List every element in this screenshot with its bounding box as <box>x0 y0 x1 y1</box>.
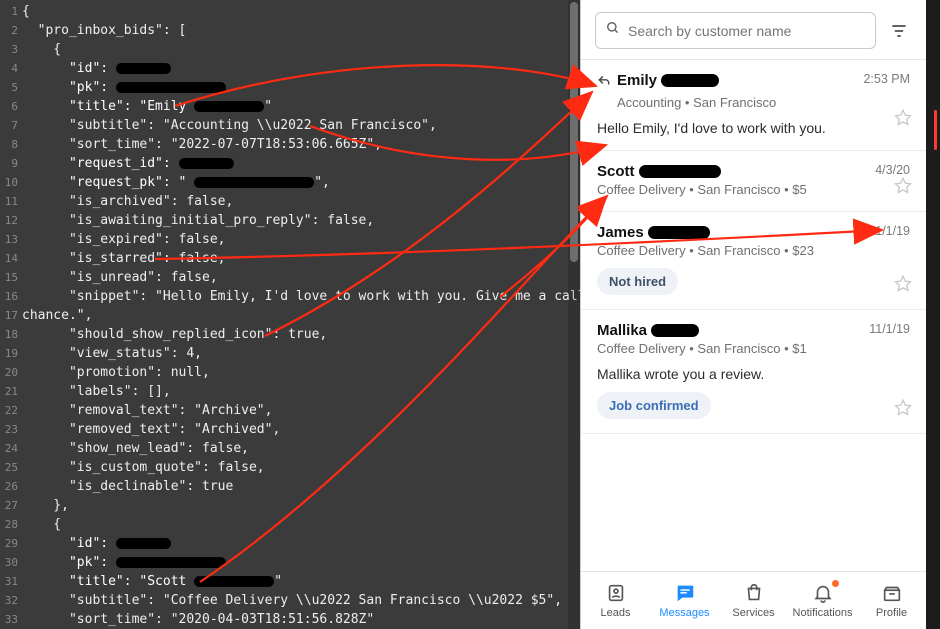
tab-label: Messages <box>659 607 709 619</box>
redacted-surname <box>651 324 699 337</box>
status-pill: Job confirmed <box>597 392 711 419</box>
card-subtitle: Coffee Delivery • San Francisco • $23 <box>597 243 910 258</box>
inbox-app: Emily 2:53 PM Accounting • San Francisco He… <box>580 0 926 629</box>
customer-name: Scott <box>597 163 635 180</box>
star-icon[interactable] <box>894 398 912 421</box>
tab-messages[interactable]: Messages <box>655 582 715 619</box>
customer-name: James <box>597 224 644 241</box>
card-snippet: Hello Emily, I'd love to work with you. <box>597 120 910 136</box>
tab-label: Leads <box>601 607 631 619</box>
card-time: 11/1/19 <box>869 322 910 336</box>
line-number-gutter: 1234567891011121314151617181920212223242… <box>0 0 22 629</box>
tab-services[interactable]: Services <box>724 582 784 619</box>
tab-notifications[interactable]: Notifications <box>793 582 853 619</box>
star-icon[interactable] <box>894 274 912 297</box>
star-icon[interactable] <box>894 108 912 131</box>
tab-label: Profile <box>876 607 907 619</box>
status-pill: Not hired <box>597 268 678 295</box>
card-subtitle: Accounting • San Francisco <box>617 95 910 110</box>
code-scrollbar[interactable] <box>568 0 580 629</box>
redacted-surname <box>639 165 721 178</box>
card-time: 2:53 PM <box>863 72 910 86</box>
filter-button[interactable] <box>886 18 912 44</box>
code-body: { "pro_inbox_bids": [ { "id": "pk": "tit… <box>22 2 572 629</box>
json-code-panel: 1234567891011121314151617181920212223242… <box>0 0 580 629</box>
tab-leads[interactable]: Leads <box>586 582 646 619</box>
device-edge <box>926 0 940 629</box>
inbox-card[interactable]: Scott 4/3/20 Coffee Delivery • San Francis… <box>581 151 926 212</box>
tab-label: Services <box>732 607 774 619</box>
redacted-surname <box>648 226 710 239</box>
customer-name: Mallika <box>597 322 647 339</box>
star-icon[interactable] <box>894 176 912 199</box>
card-time: 4/3/20 <box>875 163 910 177</box>
inbox-list[interactable]: Emily 2:53 PM Accounting • San Francisco He… <box>581 60 926 571</box>
tab-profile[interactable]: Profile <box>862 582 922 619</box>
inbox-card[interactable]: Mallika 11/1/19 Coffee Delivery • San Fran… <box>581 310 926 434</box>
card-subtitle: Coffee Delivery • San Francisco • $1 <box>597 341 910 356</box>
search-row <box>581 0 926 60</box>
notification-dot <box>832 580 839 587</box>
tab-label: Notifications <box>793 607 853 619</box>
card-subtitle: Coffee Delivery • San Francisco • $5 <box>597 182 910 197</box>
inbox-card[interactable]: James 11/1/19 Coffee Delivery • San Franci… <box>581 212 926 310</box>
search-input[interactable] <box>628 23 865 39</box>
card-time: 11/1/19 <box>869 224 910 238</box>
search-box[interactable] <box>595 12 876 49</box>
inbox-card[interactable]: Emily 2:53 PM Accounting • San Francisco He… <box>581 60 926 151</box>
reply-icon <box>597 74 611 93</box>
customer-name: Emily <box>617 72 657 89</box>
code-scroll-thumb[interactable] <box>570 2 578 262</box>
search-icon <box>606 21 620 40</box>
bottom-tab-bar: Leads Messages Services Notifications Pr… <box>581 571 926 629</box>
redacted-surname <box>661 74 719 87</box>
card-snippet: Mallika wrote you a review. <box>597 366 910 382</box>
